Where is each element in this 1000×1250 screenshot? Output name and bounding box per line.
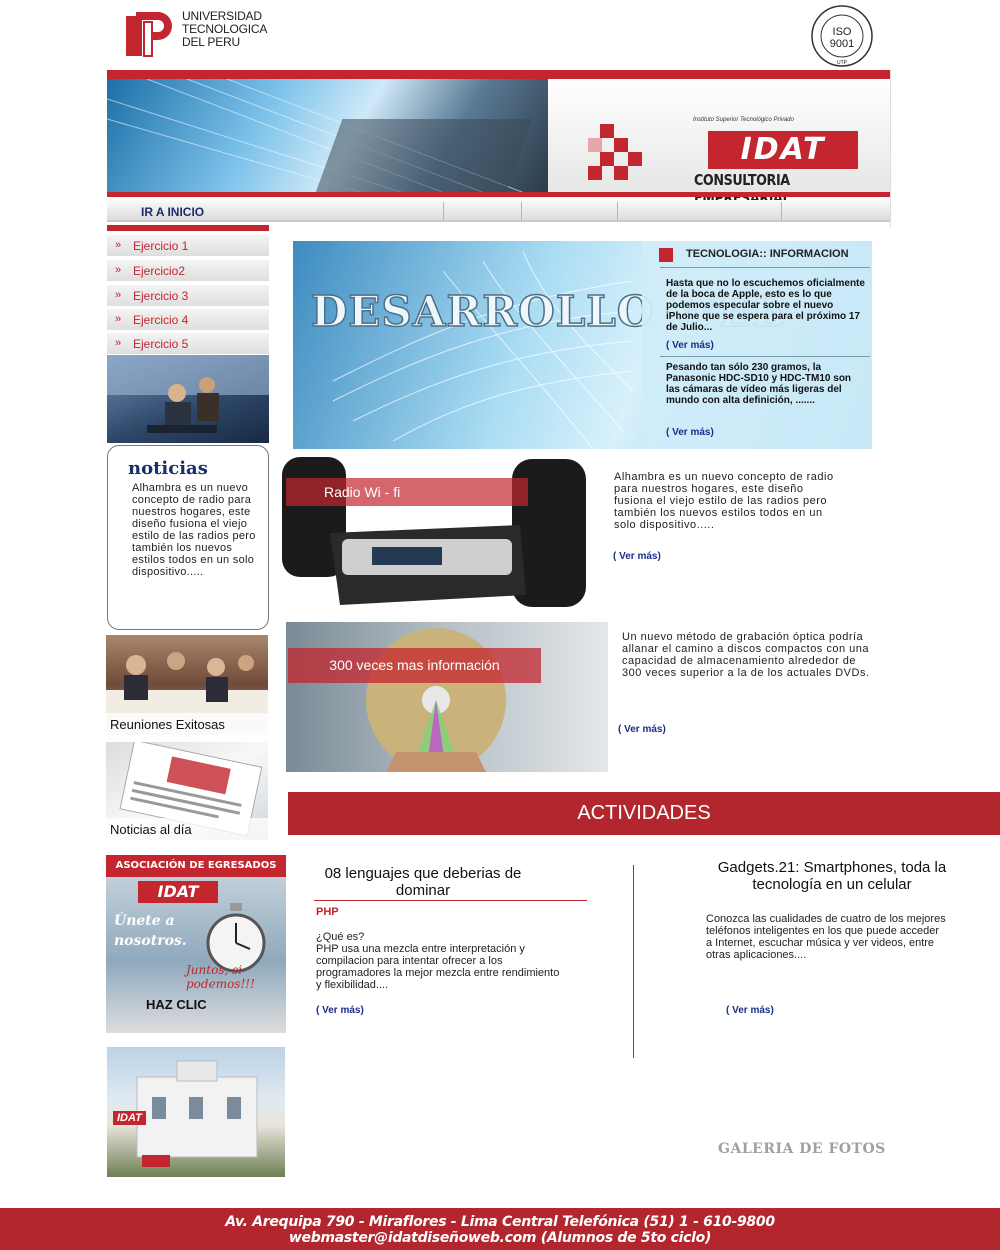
panel-divider (660, 356, 870, 357)
banner-keyboard-photo (107, 79, 548, 194)
nav-separator (521, 202, 522, 220)
php-question: ¿Qué es? (316, 931, 365, 943)
utp-logo-mark (126, 12, 172, 57)
ver-mas-link[interactable]: ( Ver más) (613, 551, 661, 562)
sidebar-item-ejercicio-1[interactable]: » Ejercicio 1 (107, 235, 269, 257)
tecnologia-item-2: Pesando tan sólo 230 gramos, la Panasoni… (666, 362, 852, 406)
sidebar-item-ejercicio-3[interactable]: » Ejercicio 3 (107, 285, 269, 307)
nav-separator (443, 202, 444, 220)
sidebar-item-ejercicio-4[interactable]: » Ejercicio 4 (107, 309, 269, 331)
noticias-text: Alhambra es un nuevo concepto de radio p… (132, 482, 256, 578)
php-text: PHP usa una mezcla entre interpretación … (316, 943, 560, 991)
reuniones-caption: Reuniones Exitosas (106, 713, 268, 735)
nav-separator (617, 202, 618, 220)
ver-mas-link[interactable]: ( Ver más) (618, 724, 666, 735)
top-nav: IR A INICIO (107, 200, 890, 222)
banner-brand-area: Instituto Superior Tecnológico Privado I… (548, 79, 891, 207)
double-chevron-icon: » (115, 264, 121, 276)
galeria-fotos-link[interactable]: GALERIA DE FOTOS (718, 1141, 886, 1157)
noticias-dia-caption: Noticias al día (106, 818, 268, 840)
sidebar-item-label: Ejercicio 1 (133, 239, 189, 253)
footer: Av. Arequipa 790 - Miraflores - Lima Cen… (0, 1208, 1000, 1250)
egresados-invite-line2: nosotros. (114, 933, 187, 949)
pixel-cross-graphic (588, 124, 642, 180)
sidebar-menu: » Ejercicio 1 » Ejercicio2 » Ejercicio 3… (107, 225, 269, 355)
banner-top-stripe (107, 70, 891, 79)
iso-bottom: UTP (837, 60, 848, 66)
gadgets-text: Conozca las cualidades de cuatro de los … (706, 913, 946, 961)
column-divider (633, 865, 634, 1058)
haz-clic-button[interactable]: HAZ CLIC (146, 997, 207, 1012)
egresados-idat-logo: IDAT (138, 881, 218, 903)
tecnologia-heading: TECNOLOGIA:: INFORMACION (686, 248, 849, 260)
ver-mas-link[interactable]: ( Ver más) (666, 427, 714, 438)
banner: Instituto Superior Tecnológico Privado I… (107, 70, 891, 207)
utp-name-line3: DEL PERU (182, 35, 240, 49)
noticias-box: noticias Alhambra es un nuevo concepto d… (107, 445, 269, 630)
cd-text: Un nuevo método de grabación óptica podr… (622, 631, 870, 679)
actividades-heading: ACTIVIDADES (288, 792, 1000, 835)
layout-divider (890, 70, 891, 228)
tecnologia-panel: TECNOLOGIA:: INFORMACION Hasta que no lo… (642, 241, 872, 449)
footer-address: Av. Arequipa 790 - Miraflores - Lima Cen… (225, 1214, 775, 1230)
sidebar-item-ejercicio-2[interactable]: » Ejercicio2 (107, 260, 269, 282)
footer-email[interactable]: webmaster@idatdiseñoweb.com (Alumnos de … (0, 1230, 1000, 1246)
banner-bottom-stripe (107, 192, 891, 197)
actividad-1-title: 08 lenguajes que deberias de dominar (324, 865, 522, 899)
panel-divider (660, 267, 870, 268)
egresados-invite: Únete a nosotros. (114, 911, 187, 951)
double-chevron-icon: » (115, 239, 121, 251)
egresados-heading: ASOCIACIÓN DE EGRESADOS (106, 855, 286, 877)
sidebar-item-label: Ejercicio 5 (133, 337, 189, 351)
iso-9001-seal: ISO 9001 UTP (809, 4, 875, 68)
hero-banner: DESARROLLO WEB TECNOLOGIA:: INFORMACION … (293, 241, 872, 449)
sidebar-item-label: Ejercicio 4 (133, 313, 189, 327)
noticias-al-dia-card[interactable]: Noticias al día (106, 742, 268, 840)
reuniones-exitosas-card[interactable]: Reuniones Exitosas (106, 635, 268, 735)
egresados-slogan: Juntos, si podemos!!! (186, 963, 255, 991)
ver-mas-link[interactable]: ( Ver más) (726, 1005, 774, 1016)
radio-wifi-label: Radio Wi - fi (286, 478, 528, 506)
building-idat-sign: IDAT (113, 1111, 146, 1125)
double-chevron-icon: » (115, 289, 121, 301)
business-people-photo (107, 355, 269, 443)
utp-name: UNIVERSIDAD TECNOLOGICA DEL PERU (182, 10, 267, 49)
php-heading: PHP (316, 906, 339, 918)
radio-wifi-image: Radio Wi - fi (280, 455, 600, 610)
iso-label: ISO (833, 26, 852, 38)
ver-mas-link[interactable]: ( Ver más) (316, 1005, 364, 1016)
utp-logo: UNIVERSIDAD TECNOLOGICA DEL PERU (122, 6, 272, 58)
actividad-2-title: Gadgets.21: Smartphones, toda la tecnolo… (717, 859, 947, 893)
sidebar-item-ejercicio-5[interactable]: » Ejercicio 5 (107, 333, 269, 355)
sidebar-item-label: Ejercicio 3 (133, 289, 189, 303)
tecnologia-item-1: Hasta que no lo escuchemos oficialmente … (666, 278, 865, 333)
ver-mas-link[interactable]: ( Ver más) (666, 340, 714, 351)
idat-logo: IDAT (708, 131, 858, 169)
nav-separator (781, 202, 782, 220)
noticias-title: noticias (128, 458, 208, 479)
red-square-icon (659, 248, 673, 262)
radio-text: Alhambra es un nuevo concepto de radio p… (614, 471, 834, 531)
iso-number: 9001 (830, 38, 854, 50)
asociacion-egresados-banner[interactable]: ASOCIACIÓN DE EGRESADOS IDAT Únete a nos… (106, 855, 286, 1033)
institute-label: Instituto Superior Tecnológico Privado (693, 117, 794, 123)
double-chevron-icon: » (115, 313, 121, 325)
idat-building-photo: IDAT (107, 1047, 285, 1177)
sidebar-item-label: Ejercicio2 (133, 264, 186, 278)
cd-label: 300 veces mas información (288, 648, 541, 683)
wireframe-hand-graphic (332, 250, 634, 449)
nav-home-link[interactable]: IR A INICIO (141, 205, 204, 219)
egresados-invite-line1: Únete a (114, 913, 175, 929)
double-chevron-icon: » (115, 337, 121, 349)
actividad-divider (314, 900, 587, 901)
optical-disc-image: 300 veces mas información (286, 622, 608, 772)
